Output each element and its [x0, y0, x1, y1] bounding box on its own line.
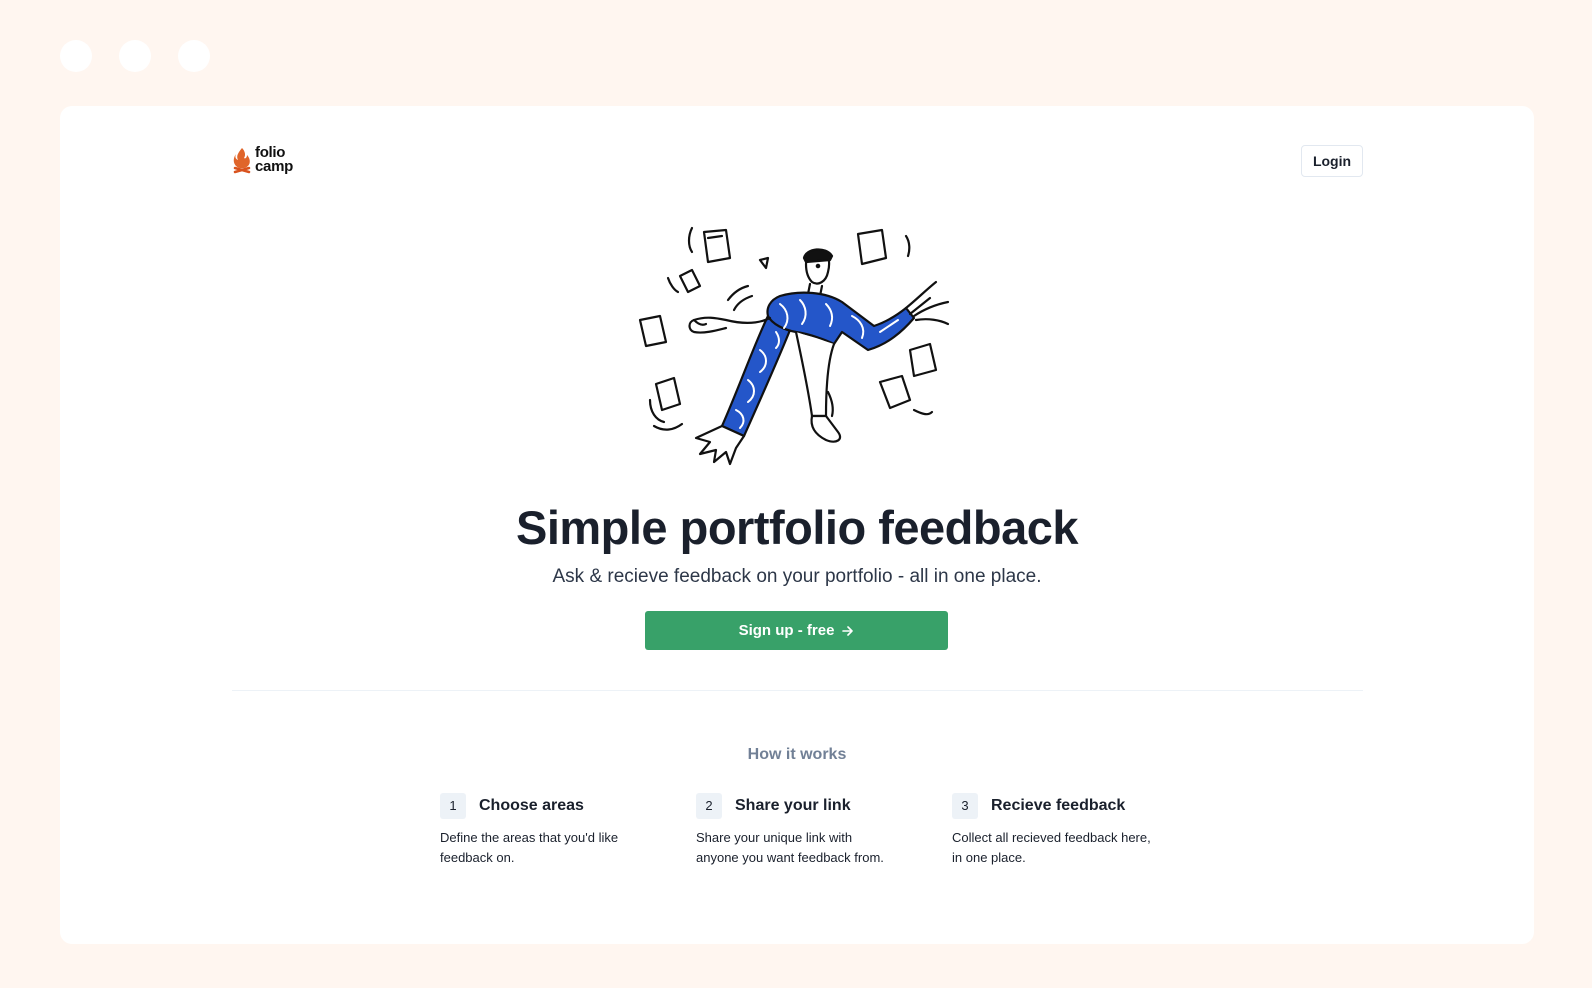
step-item: 2 Share your link Share your unique link…	[696, 792, 952, 868]
step-description: Collect all recieved feedback here, in o…	[952, 830, 1151, 865]
signup-button[interactable]: Sign up - free	[645, 611, 948, 650]
flame-logo-icon	[233, 148, 251, 174]
step-title: Choose areas	[479, 796, 584, 814]
logo[interactable]: folio camp	[232, 145, 293, 175]
window-dot-maximize[interactable]	[178, 40, 210, 72]
step-title: Recieve feedback	[991, 796, 1126, 814]
step-title: Share your link	[735, 796, 851, 814]
step-header: 1 Choose areas	[440, 792, 696, 819]
step-header: 2 Share your link	[696, 792, 952, 819]
hero-illustration	[638, 226, 950, 466]
logo-text: folio camp	[255, 145, 293, 175]
step-header: 3 Recieve feedback	[952, 792, 1208, 819]
step-number-badge: 2	[696, 792, 722, 819]
step-item: 1 Choose areas Define the areas that you…	[440, 792, 696, 868]
steps-list: 1 Choose areas Define the areas that you…	[440, 792, 1208, 868]
step-number-badge: 1	[440, 792, 466, 819]
logo-line-2: camp	[255, 158, 293, 175]
step-description: Share your unique link with anyone you w…	[696, 830, 884, 865]
login-button[interactable]: Login	[1301, 145, 1363, 177]
how-it-works-title: How it works	[747, 746, 847, 763]
section-divider	[232, 690, 1363, 691]
hero-title: Simple portfolio feedback	[515, 501, 1079, 554]
page-card: folio camp Login Simple portfolio feedba…	[60, 106, 1534, 944]
window-dot-minimize[interactable]	[119, 40, 151, 72]
window-controls	[60, 40, 210, 72]
window-dot-close[interactable]	[60, 40, 92, 72]
step-item: 3 Recieve feedback Collect all recieved …	[952, 792, 1208, 868]
step-description: Define the areas that you'd like feedbac…	[440, 830, 619, 865]
arrow-right-icon	[842, 625, 854, 636]
hero-subtitle: Ask & recieve feedback on your portfolio…	[552, 566, 1042, 587]
signup-button-label: Sign up - free	[738, 622, 835, 639]
step-number-badge: 3	[952, 792, 978, 819]
